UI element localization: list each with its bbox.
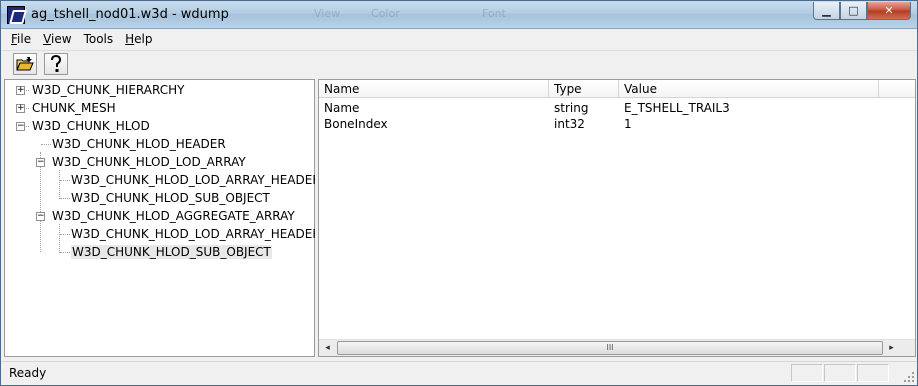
status-text: Ready: [9, 366, 47, 380]
main-window: ag_tshell_nod01.w3d - wdump View Color F…: [0, 0, 918, 386]
list-header: Name Type Value: [319, 80, 915, 98]
status-panel: [791, 364, 823, 382]
title-bar[interactable]: ag_tshell_nod01.w3d - wdump View Color F…: [1, 1, 917, 29]
window-controls: ▁ □ ✕: [813, 2, 911, 20]
expand-icon[interactable]: +: [16, 104, 25, 113]
column-header-name[interactable]: Name: [319, 80, 549, 98]
column-header-type[interactable]: Type: [549, 80, 619, 98]
tree-line: [41, 144, 51, 145]
collapse-icon[interactable]: −: [36, 212, 45, 221]
menu-bar: File View Tools Help: [1, 29, 917, 49]
tree-line: [40, 152, 41, 252]
tree-item[interactable]: W3D_CHUNK_HIERARCHY: [32, 82, 184, 99]
menu-view-mnemonic: V: [43, 32, 52, 46]
scroll-left-icon[interactable]: ◂: [319, 340, 336, 356]
status-bar: Ready: [1, 361, 917, 385]
ghost-text: Font: [482, 7, 506, 20]
app-icon[interactable]: [7, 6, 25, 24]
menu-help-label: elp: [134, 32, 153, 46]
ghost-text: Color: [371, 7, 400, 20]
tree-item-selected[interactable]: W3D_CHUNK_HLOD_SUB_OBJECT: [71, 244, 272, 261]
tree-item-label: CHUNK_MESH: [32, 101, 116, 115]
tree-item-label: W3D_CHUNK_HLOD_SUB_OBJECT: [71, 191, 270, 205]
help-question-icon: [51, 55, 62, 72]
menu-tools[interactable]: Tools: [78, 32, 120, 46]
tree-item[interactable]: W3D_CHUNK_HLOD_AGGREGATE_ARRAY: [52, 208, 295, 225]
status-panel: [824, 364, 856, 382]
expand-icon[interactable]: +: [16, 86, 25, 95]
tree-item[interactable]: CHUNK_MESH: [32, 100, 116, 117]
menu-help[interactable]: Help: [119, 32, 158, 46]
help-button[interactable]: [44, 53, 68, 75]
collapse-icon[interactable]: −: [16, 122, 25, 131]
menu-view-label: iew: [51, 32, 72, 46]
minimize-button[interactable]: ▁: [813, 2, 840, 20]
resize-grip-icon[interactable]: [903, 371, 915, 383]
cell-name: Name: [324, 101, 360, 115]
cell-type: string: [554, 101, 589, 115]
open-folder-icon: [16, 57, 34, 71]
tree-item-label: W3D_CHUNK_HLOD_AGGREGATE_ARRAY: [52, 209, 295, 223]
toolbar: [1, 50, 917, 78]
window-title: ag_tshell_nod01.w3d - wdump: [31, 7, 229, 22]
menu-help-mnemonic: H: [125, 32, 135, 46]
menu-view[interactable]: View: [37, 32, 77, 46]
list-row[interactable]: Name string E_TSHELL_TRAIL3: [319, 100, 915, 116]
cell-type: int32: [554, 117, 585, 131]
ghost-text: View: [314, 7, 341, 20]
tree-line: [60, 252, 70, 253]
tree-item-label: W3D_CHUNK_HLOD_LOD_ARRAY_HEADER: [71, 173, 321, 187]
menu-file-label: ile: [17, 32, 32, 46]
field-list[interactable]: Name Type Value Name string E_TSHELL_TRA…: [318, 79, 916, 357]
cell-value: E_TSHELL_TRAIL3: [624, 101, 730, 115]
collapse-icon[interactable]: −: [36, 158, 45, 167]
open-button[interactable]: [13, 53, 37, 75]
menu-file[interactable]: File: [5, 32, 37, 46]
column-header-value[interactable]: Value: [619, 80, 879, 98]
cell-name: BoneIndex: [324, 117, 388, 131]
close-button[interactable]: ✕: [867, 2, 911, 20]
tree-line: [60, 180, 70, 181]
tree-item-label: W3D_CHUNK_HLOD_HEADER: [52, 137, 226, 151]
cell-value: 1: [624, 117, 632, 131]
tree-line: [59, 170, 60, 199]
tree-item[interactable]: W3D_CHUNK_HLOD_LOD_ARRAY_HEADER: [71, 172, 321, 189]
tree-item-label: W3D_CHUNK_HLOD_LOD_ARRAY: [52, 155, 246, 169]
tree-item[interactable]: W3D_CHUNK_HLOD_LOD_ARRAY: [52, 154, 246, 171]
scroll-right-icon[interactable]: ▸: [883, 340, 900, 356]
menu-tools-label: Tools: [83, 32, 114, 46]
maximize-button[interactable]: □: [840, 2, 867, 20]
tree-item-label: W3D_CHUNK_HLOD_SUB_OBJECT: [71, 245, 272, 259]
chunk-tree[interactable]: W3D_CHUNK_HIERARCHY + CHUNK_MESH + W3D_C…: [4, 79, 321, 357]
tree-item[interactable]: W3D_CHUNK_HLOD_SUB_OBJECT: [71, 190, 270, 207]
tree-line: [59, 224, 60, 253]
horizontal-scrollbar[interactable]: ◂ III ▸: [319, 339, 915, 356]
tree-item[interactable]: W3D_CHUNK_HLOD_HEADER: [52, 136, 226, 153]
tree-item[interactable]: W3D_CHUNK_HLOD_LOD_ARRAY_HEADER: [71, 226, 321, 243]
tree-line: [60, 198, 70, 199]
tree-item-label: W3D_CHUNK_HLOD: [32, 119, 150, 133]
scroll-thumb[interactable]: III: [337, 341, 883, 355]
tree-line: [60, 234, 70, 235]
tree-item[interactable]: W3D_CHUNK_HLOD: [32, 118, 150, 135]
list-row[interactable]: BoneIndex int32 1: [319, 116, 915, 132]
tree-item-label: W3D_CHUNK_HLOD_LOD_ARRAY_HEADER: [71, 227, 321, 241]
tree-item-label: W3D_CHUNK_HIERARCHY: [32, 83, 185, 97]
status-panel: [857, 364, 889, 382]
